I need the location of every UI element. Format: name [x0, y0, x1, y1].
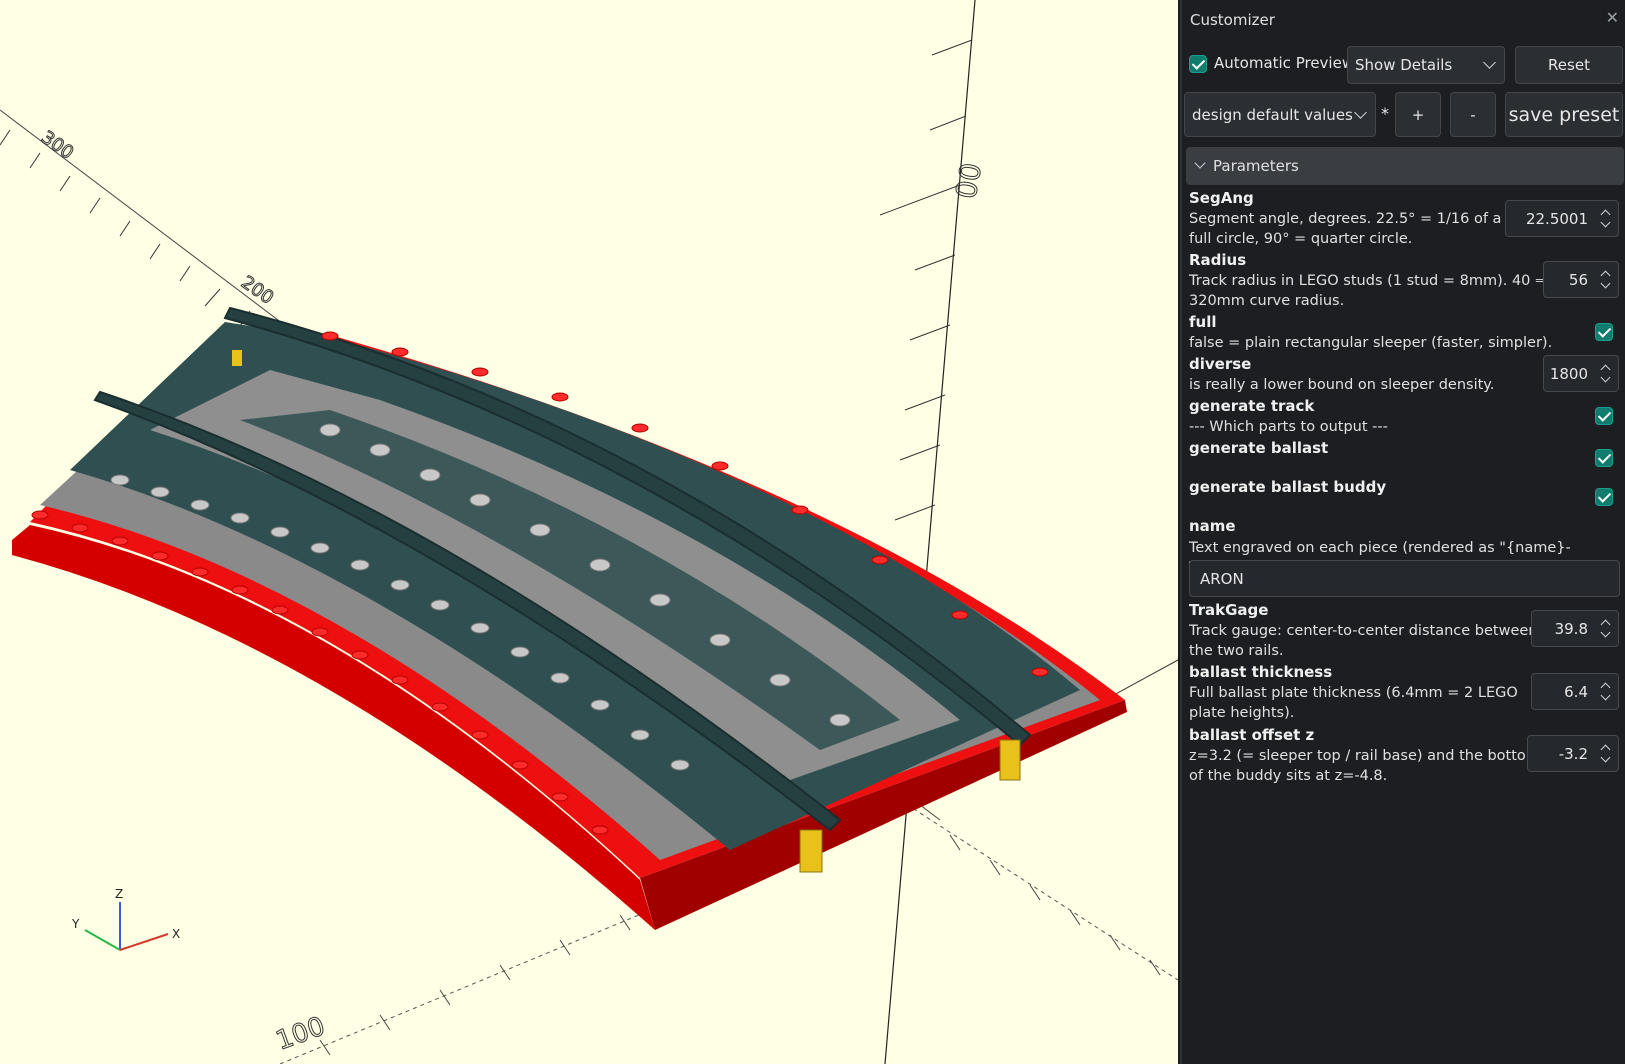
y-axis-ticks [0, 129, 251, 327]
param-desc-trakgage-1: Track gauge: center-to-center distance b… [1189, 623, 1538, 639]
gizmo-x-axis [119, 933, 169, 951]
param-name-ballast-offset-z: ballast offset z [1189, 726, 1315, 744]
preset-select-value: design default values [1192, 105, 1353, 124]
scale-label-200: 200 [237, 272, 277, 309]
yellow-connector-3 [232, 350, 242, 366]
viewport-scene: 300 200 100 00 Z Y X [0, 0, 1178, 1064]
scale-label-z: 00 [949, 160, 988, 201]
section-label: Parameters [1213, 157, 1299, 175]
param-desc-ballast-thickness-2: plate heights). [1189, 705, 1295, 721]
param-name-ballast-thickness: ballast thickness [1189, 663, 1333, 681]
yellow-connector-2 [999, 739, 1021, 781]
automatic-preview-checkbox[interactable] [1189, 55, 1207, 73]
chevron-down-icon [1354, 105, 1367, 119]
ballast-offset-z-value: -3.2 [1558, 744, 1588, 763]
preset-select[interactable]: design default values [1184, 92, 1376, 137]
param-desc-segang-2: full circle, 90° = quarter circle. [1189, 231, 1413, 247]
segang-spinbox[interactable]: 22.5001 [1505, 200, 1619, 237]
reset-button[interactable]: Reset [1515, 46, 1623, 84]
automatic-preview-label: Automatic Preview [1214, 54, 1355, 72]
param-name-generate-ballast-buddy: generate ballast buddy [1189, 478, 1387, 496]
ballast-thickness-spinbox[interactable]: 6.4 [1531, 673, 1619, 710]
gizmo-y-axis [84, 929, 121, 951]
param-name-radius: Radius [1189, 251, 1247, 269]
param-name-generate-ballast: generate ballast [1189, 439, 1329, 457]
gizmo-x-label: X [172, 927, 180, 941]
param-desc-generate-track: --- Which parts to output --- [1189, 419, 1388, 435]
panel-title: Customizer [1190, 11, 1275, 29]
name-input-value: ARON [1200, 569, 1244, 588]
z-axis-ticks [879, 39, 973, 596]
param-name-name: name [1189, 517, 1236, 535]
name-text-input[interactable]: ARON [1189, 560, 1620, 597]
z-axis-line [884, 0, 976, 1064]
generate-track-checkbox[interactable] [1595, 407, 1613, 425]
param-desc-ballast-offset-z-1: z=3.2 (= sleeper top / rail base) and th… [1189, 748, 1540, 764]
parameters-section-header[interactable]: Parameters [1186, 147, 1624, 185]
trakgage-value: 39.8 [1554, 619, 1588, 638]
param-desc-radius-2: 320mm curve radius. [1189, 293, 1345, 309]
spin-down-icon[interactable] [1600, 278, 1611, 289]
radius-value: 56 [1568, 270, 1588, 289]
spin-down-icon[interactable] [1600, 217, 1611, 228]
x-axis-ticks [949, 834, 1161, 976]
save-preset-button[interactable]: save preset [1505, 92, 1623, 137]
remove-preset-button[interactable]: - [1450, 92, 1496, 137]
param-desc-full: false = plain rectangular sleeper (faste… [1189, 335, 1553, 351]
close-icon[interactable]: ✕ [1606, 8, 1619, 27]
gizmo-z-label: Z [115, 887, 123, 901]
ballast-thickness-value: 6.4 [1564, 682, 1588, 701]
param-name-segang: SegAng [1189, 189, 1254, 207]
preset-modified-marker: * [1381, 104, 1389, 123]
full-checkbox[interactable] [1595, 323, 1613, 341]
param-name-generate-track: generate track [1189, 397, 1315, 415]
diverse-value: 1800 [1549, 364, 1588, 383]
details-select[interactable]: Show Details [1347, 46, 1505, 84]
ballast-offset-z-spinbox[interactable]: -3.2 [1527, 735, 1619, 772]
param-desc-ballast-offset-z-2: of the buddy sits at z=-4.8. [1189, 768, 1388, 784]
details-select-value: Show Details [1355, 56, 1453, 74]
param-desc-trakgage-2: the two rails. [1189, 643, 1284, 659]
scale-label-100: 100 [272, 1011, 329, 1056]
customizer-panel: Customizer ✕ Automatic Preview Show Deta… [1180, 0, 1625, 1064]
segang-value: 22.5001 [1525, 209, 1588, 228]
trakgage-spinbox[interactable]: 39.8 [1531, 610, 1619, 647]
diverse-spinbox[interactable]: 1800 [1543, 355, 1619, 392]
spin-down-icon[interactable] [1600, 752, 1611, 763]
param-desc-ballast-thickness-1: Full ballast plate thickness (6.4mm = 2 … [1189, 685, 1518, 701]
spin-down-icon[interactable] [1600, 627, 1611, 638]
chevron-down-icon [1194, 157, 1206, 169]
scale-label-300: 300 [37, 127, 77, 164]
generate-ballast-checkbox[interactable] [1595, 449, 1613, 467]
spin-down-icon[interactable] [1600, 372, 1611, 383]
chevron-down-icon [1483, 56, 1496, 69]
param-desc-diverse: is really a lower bound on sleeper densi… [1189, 377, 1495, 393]
x-axis-dashed [899, 799, 1178, 981]
spin-down-icon[interactable] [1600, 690, 1611, 701]
3d-viewport[interactable]: 300 200 100 00 Z Y X [0, 0, 1178, 1064]
add-preset-button[interactable]: + [1395, 92, 1441, 137]
gizmo-y-label: Y [71, 917, 80, 931]
param-name-trakgage: TrakGage [1189, 601, 1269, 619]
param-name-full: full [1189, 313, 1217, 331]
yellow-connector-1 [799, 829, 823, 873]
param-desc-segang-1: Segment angle, degrees. 22.5° = 1/16 of … [1189, 211, 1502, 227]
param-name-diverse: diverse [1189, 355, 1252, 373]
generate-ballast-buddy-checkbox[interactable] [1595, 488, 1613, 506]
param-desc-radius-1: Track radius in LEGO studs (1 stud = 8mm… [1189, 273, 1548, 289]
radius-spinbox[interactable]: 56 [1543, 261, 1619, 298]
